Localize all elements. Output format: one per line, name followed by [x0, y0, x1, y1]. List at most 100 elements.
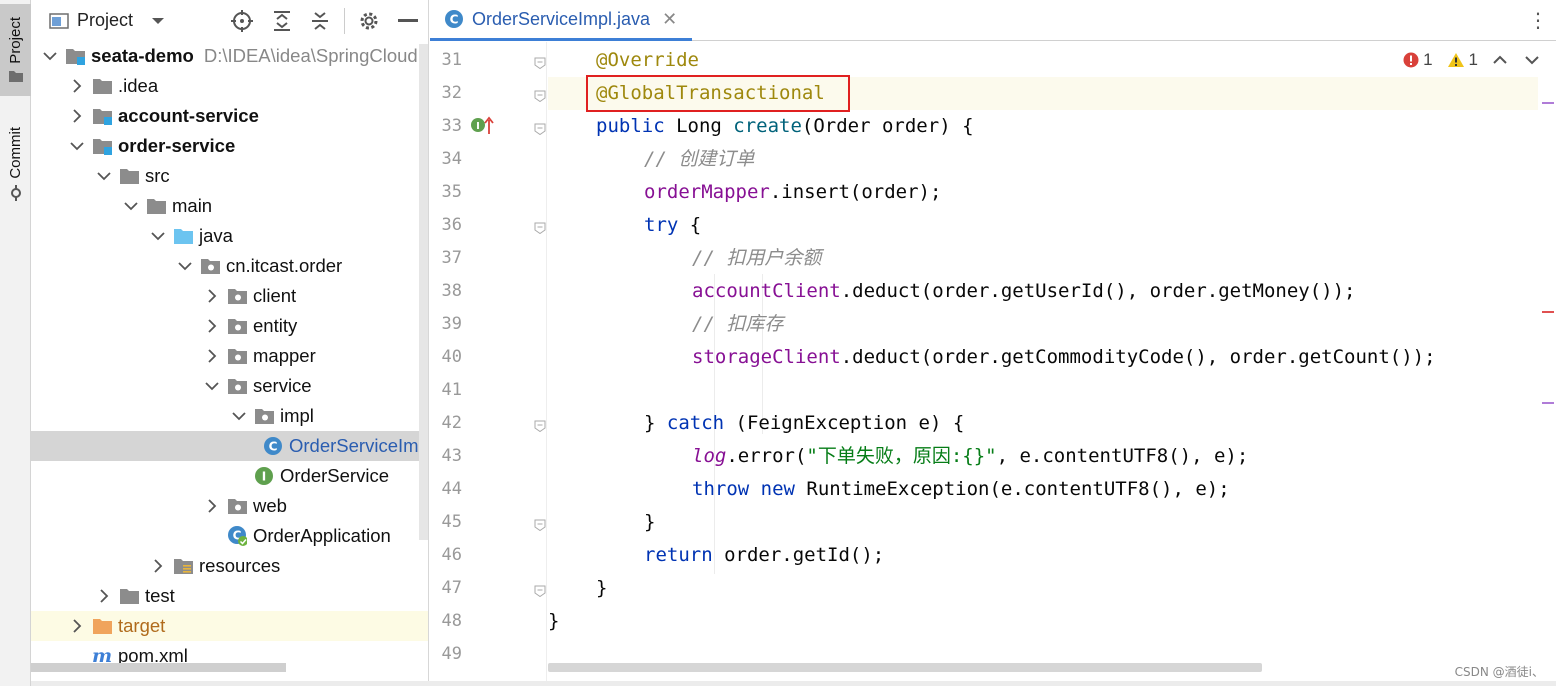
- chevron-right-icon[interactable]: [203, 497, 221, 515]
- tree-item-orderserviceimpl[interactable]: C OrderServiceImpl: [31, 431, 429, 461]
- project-tool-tab[interactable]: Project: [0, 4, 31, 96]
- chevron-right-icon[interactable]: [203, 347, 221, 365]
- tree-item-seata-demo[interactable]: seata-demo D:\IDEA\idea\SpringCloud: [31, 41, 428, 71]
- svg-text:I: I: [476, 121, 480, 132]
- tree-item-orderapplication[interactable]: C OrderApplication: [31, 521, 428, 551]
- chevron-right-icon[interactable]: [95, 587, 113, 605]
- tree-item-test[interactable]: test: [31, 581, 428, 611]
- chevron-right-icon[interactable]: [203, 317, 221, 335]
- line-number: 47: [441, 578, 462, 598]
- scroll-marker-error: [1542, 311, 1554, 313]
- tree-item-idea[interactable]: .idea: [31, 71, 428, 101]
- gear-icon[interactable]: [356, 8, 382, 34]
- fold-marker-icon[interactable]: [534, 54, 546, 70]
- line-number: 37: [441, 248, 462, 268]
- tree-item-main[interactable]: main: [31, 191, 428, 221]
- chevron-down-icon[interactable]: [95, 167, 113, 185]
- project-vertical-scrollbar[interactable]: [419, 44, 428, 540]
- chevron-right-icon[interactable]: [203, 287, 221, 305]
- editor-tab-label: OrderServiceImpl.java: [472, 8, 651, 29]
- tree-item-client[interactable]: client: [31, 281, 428, 311]
- interface-icon: I: [254, 467, 274, 485]
- expand-all-icon[interactable]: [269, 8, 295, 34]
- package-icon: [227, 347, 247, 365]
- project-panel-header: Project: [31, 0, 428, 41]
- chevron-up-icon[interactable]: [1492, 54, 1508, 66]
- chevron-down-icon[interactable]: [1524, 54, 1540, 66]
- chevron-down-icon[interactable]: [122, 197, 140, 215]
- line-number: 33: [441, 116, 462, 136]
- chevron-right-icon[interactable]: [68, 77, 86, 95]
- line-number: 41: [441, 380, 462, 400]
- svg-text:I: I: [262, 470, 266, 484]
- tree-item-account-service[interactable]: account-service: [31, 101, 428, 131]
- svg-text:C: C: [269, 440, 278, 454]
- line-number: 32: [441, 83, 462, 103]
- implements-method-icon[interactable]: I: [470, 114, 496, 136]
- folder-icon: [119, 587, 139, 605]
- tree-item-orderservice[interactable]: I OrderService: [31, 461, 428, 491]
- tree-item-web[interactable]: web: [31, 491, 428, 521]
- tree-item-impl[interactable]: impl: [31, 401, 428, 431]
- package-icon: [200, 257, 220, 275]
- folder-icon: [146, 197, 166, 215]
- code-line-45: }: [644, 511, 656, 533]
- line-number: 34: [441, 149, 462, 169]
- more-options-icon[interactable]: ⋮: [1528, 8, 1548, 32]
- tree-item-label: OrderServiceImpl: [289, 435, 429, 456]
- view-dropdown-icon[interactable]: [151, 16, 165, 26]
- bottom-border: [31, 681, 1556, 686]
- tree-item-label: .idea: [118, 75, 159, 96]
- code-line-42: } catch (FeignException e) {: [644, 412, 965, 434]
- chevron-right-icon[interactable]: [68, 617, 86, 635]
- locate-file-icon[interactable]: [229, 8, 255, 34]
- collapse-all-icon[interactable]: [307, 8, 333, 34]
- chevron-down-icon[interactable]: [68, 137, 86, 155]
- fold-marker-icon[interactable]: [534, 87, 546, 103]
- code-line-33: public Long create(Order order) {: [596, 115, 974, 137]
- fold-marker-icon[interactable]: [534, 120, 546, 136]
- tree-item-service[interactable]: service: [31, 371, 428, 401]
- tree-item-label: client: [253, 285, 297, 306]
- tree-item-java[interactable]: java: [31, 221, 428, 251]
- tree-item-label: impl: [280, 405, 314, 426]
- line-number: 35: [441, 182, 462, 202]
- fold-marker-icon[interactable]: [534, 516, 546, 532]
- fold-marker-icon[interactable]: [534, 417, 546, 433]
- chevron-down-icon[interactable]: [41, 47, 59, 65]
- tree-item-resources[interactable]: resources: [31, 551, 428, 581]
- close-tab-icon[interactable]: ✕: [662, 9, 677, 30]
- chevron-down-icon[interactable]: [203, 377, 221, 395]
- chevron-right-icon[interactable]: [68, 107, 86, 125]
- chevron-down-icon[interactable]: [149, 227, 167, 245]
- code-line-43: log.error("下单失败，原因:{}", e.contentUTF8(),…: [692, 445, 1249, 467]
- chevron-down-icon[interactable]: [230, 407, 248, 425]
- commit-tool-tab[interactable]: Commit: [0, 118, 31, 210]
- code-line-36: try {: [644, 214, 702, 236]
- tree-item-cn-itcast-order[interactable]: cn.itcast.order: [31, 251, 428, 281]
- code-area[interactable]: @Override @GlobalTransactional public Lo…: [548, 42, 1538, 662]
- error-icon: [1403, 52, 1419, 68]
- tree-item-mapper[interactable]: mapper: [31, 341, 428, 371]
- chevron-down-icon[interactable]: [176, 257, 194, 275]
- project-horizontal-scrollbar[interactable]: [31, 663, 286, 672]
- inspection-widget[interactable]: 1 1: [1403, 50, 1540, 70]
- tree-item-order-service[interactable]: order-service: [31, 131, 428, 161]
- chevron-right-icon[interactable]: [149, 557, 167, 575]
- line-number: 44: [441, 479, 462, 499]
- warning-count[interactable]: 1: [1447, 50, 1478, 70]
- hide-panel-icon[interactable]: [395, 8, 421, 34]
- fold-marker-icon[interactable]: [534, 219, 546, 235]
- tree-item-src[interactable]: src: [31, 161, 428, 191]
- excluded-folder-icon: [92, 617, 112, 635]
- fold-marker-icon[interactable]: [534, 582, 546, 598]
- warning-icon: [1447, 53, 1464, 67]
- editor-horizontal-scrollbar[interactable]: [548, 663, 1262, 672]
- error-count[interactable]: 1: [1403, 50, 1433, 70]
- module-folder-icon: [92, 107, 112, 125]
- tree-item-entity[interactable]: entity: [31, 311, 428, 341]
- editor-tab-orderserviceimpl[interactable]: C OrderServiceImpl.java ✕: [430, 0, 692, 41]
- tree-item-target[interactable]: target: [31, 611, 428, 641]
- project-panel: Project seata-demo D:\IDEA\idea\SpringClo…: [31, 0, 429, 686]
- line-number: 48: [441, 611, 462, 631]
